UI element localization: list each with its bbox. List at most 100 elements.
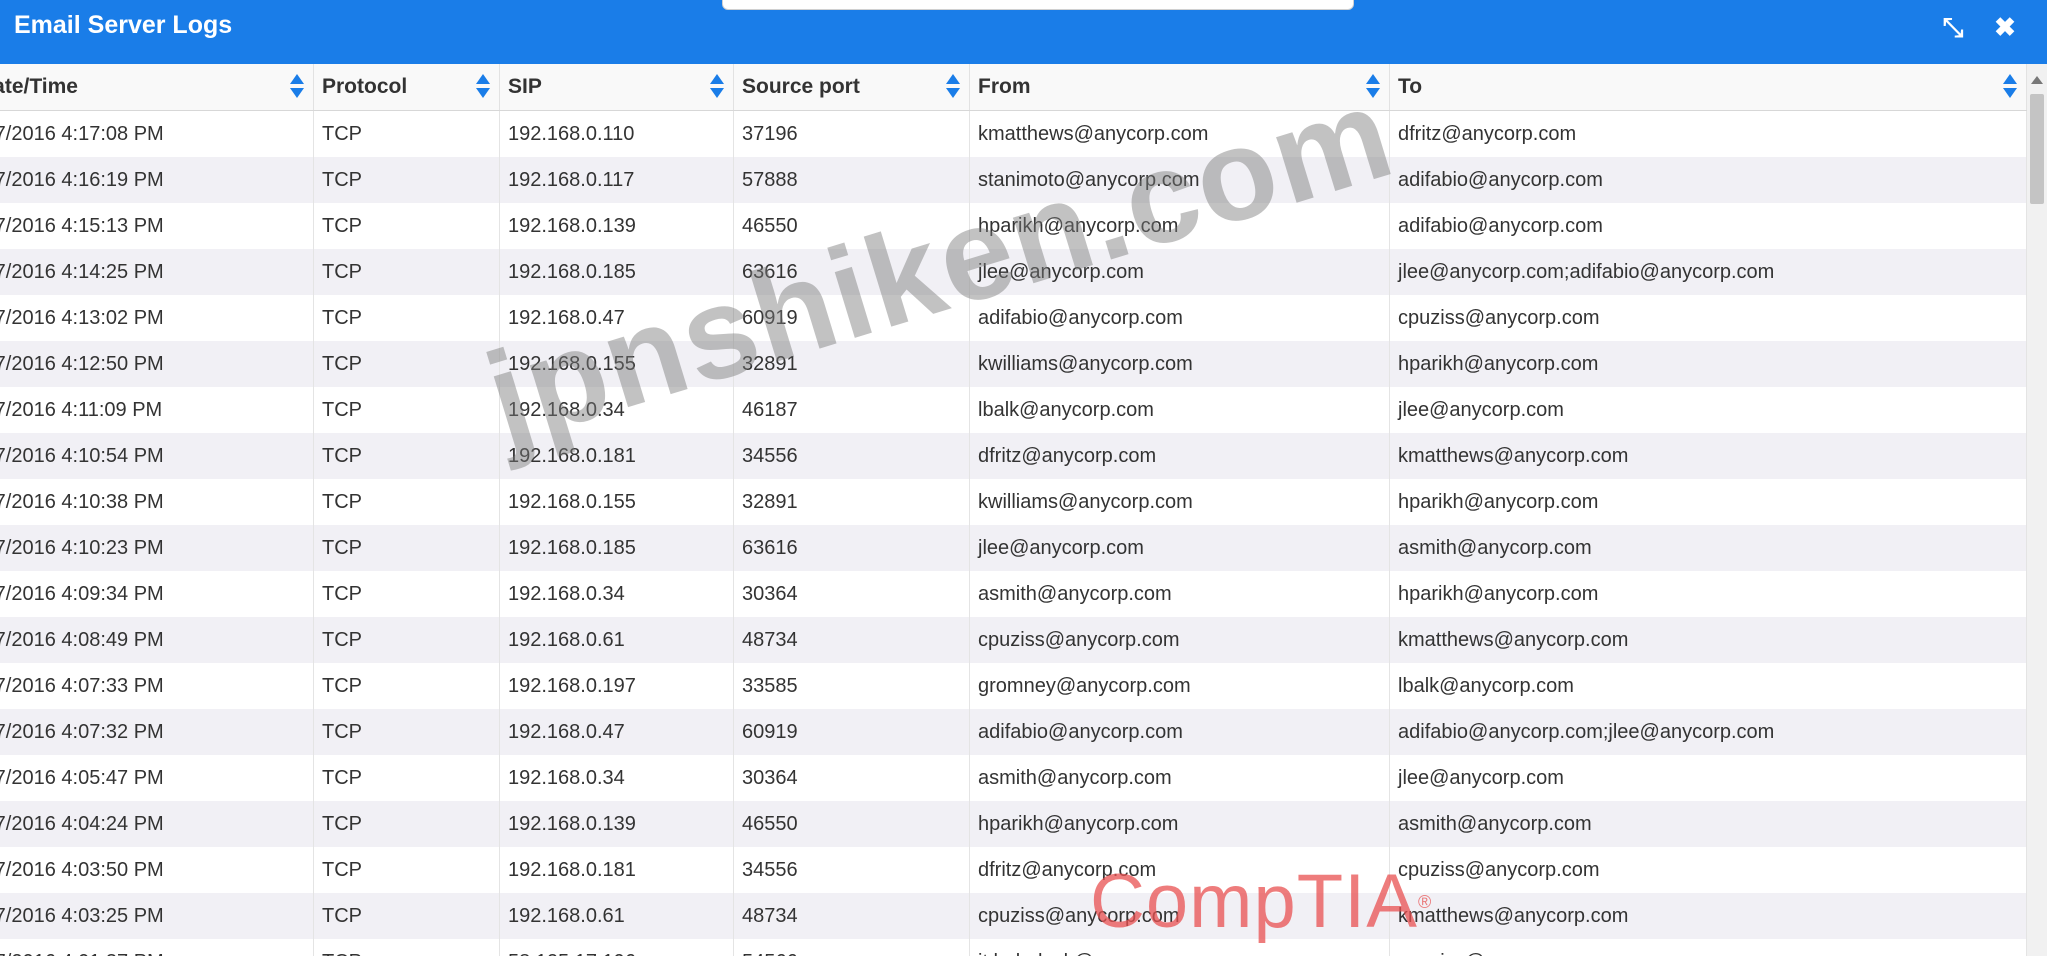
column-header[interactable]: Date/Time [0,64,314,110]
table-cell-text: 3/7/2016 4:05:47 PM [0,767,164,789]
sort-icon[interactable] [475,74,491,100]
table-row[interactable]: 3/7/2016 4:12:50 PM TCP 192.168.0.155 32891… [0,341,2027,387]
table-cell: 46187 [734,387,970,433]
table-cell: 3/7/2016 4:10:38 PM [0,479,314,525]
column-header[interactable]: From [970,64,1390,110]
table-cell: lbalk@anycorp.com [970,387,1390,433]
table-cell-text: TCP [322,353,362,375]
table-cell: 192.168.0.34 [500,755,734,801]
table-cell-text: 192.168.0.61 [508,629,625,651]
table-cell: 192.168.0.139 [500,801,734,847]
window-title: Email Server Logs [14,11,233,39]
table-cell: jlee@anycorp.com [1390,755,2027,801]
table-cell: jlee@anycorp.com [970,525,1390,571]
table-row[interactable]: 3/7/2016 4:13:02 PM TCP 192.168.0.47 60919 a… [0,295,2027,341]
minimize-icon[interactable]: ⤡ [1938,12,1968,42]
table-cell-text: 3/7/2016 4:01:37 PM [0,939,164,956]
scroll-up-arrow-icon[interactable] [2031,76,2043,84]
table-cell-text: TCP [322,261,362,283]
table-row[interactable]: 3/7/2016 4:15:13 PM TCP 192.168.0.139 46550… [0,203,2027,249]
table-cell: it.helpdesk@ [970,939,1390,956]
table-cell-text: 192.168.0.181 [508,445,636,467]
column-header[interactable]: Protocol [314,64,500,110]
table-cell-text: 3/7/2016 4:07:32 PM [0,721,164,743]
table-row[interactable]: 3/7/2016 4:10:54 PM TCP 192.168.0.181 34556… [0,433,2027,479]
table-cell: TCP [314,249,500,295]
table-cell-text: TCP [322,629,362,651]
table-cell-text: TCP [322,859,362,881]
table-cell-text: 192.168.0.139 [508,813,636,835]
sort-icon[interactable] [289,74,305,100]
table-row[interactable]: 3/7/2016 4:03:25 PM TCP 192.168.0.61 48734 c… [0,893,2027,939]
table-cell: 3/7/2016 4:07:32 PM [0,709,314,755]
table-cell: 57888 [734,157,970,203]
column-header[interactable]: To [1390,64,2027,110]
table-cell-text: 32891 [742,491,798,513]
table-cell: 63616 [734,525,970,571]
table-cell-text: 3/7/2016 4:15:13 PM [0,215,164,237]
table-row[interactable]: 3/7/2016 4:14:25 PM TCP 192.168.0.185 63616… [0,249,2027,295]
table-cell: kmatthews@anycorp.com [1390,893,2027,939]
table-cell-text: 46550 [742,813,798,835]
scroll-thumb[interactable] [2030,94,2044,204]
table-cell-text: 192.168.0.185 [508,261,636,283]
table-cell-text: 3/7/2016 4:16:19 PM [0,169,164,191]
table-cell-text: 54566 [742,939,798,956]
table-cell: 48734 [734,893,970,939]
table-cell: kmatthews@anycorp.com [1390,617,2027,663]
table-row[interactable]: 3/7/2016 4:11:09 PM TCP 192.168.0.34 46187 l… [0,387,2027,433]
vertical-scrollbar[interactable] [2027,64,2047,956]
table-row[interactable]: 3/7/2016 4:17:08 PM TCP 192.168.0.110 37196… [0,111,2027,157]
table-row[interactable]: 3/7/2016 4:16:19 PM TCP 192.168.0.117 57888… [0,157,2027,203]
table-cell: kwilliams@anycorp.com [970,341,1390,387]
sort-icon[interactable] [1365,74,1381,100]
table-cell-text: asmith@anycorp.com [978,767,1172,789]
sort-icon[interactable] [709,74,725,100]
table-cell: jlee@anycorp.com;adifabio@anycorp.com [1390,249,2027,295]
table-cell: 3/7/2016 4:01:37 PM [0,939,314,956]
table-cell-text: 192.168.0.197 [508,675,636,697]
table-row[interactable]: 3/7/2016 4:05:47 PM TCP 192.168.0.34 30364 a… [0,755,2027,801]
table-row[interactable]: 3/7/2016 4:07:33 PM TCP 192.168.0.197 33585… [0,663,2027,709]
table-row[interactable]: 3/7/2016 4:09:34 PM TCP 192.168.0.34 30364 a… [0,571,2027,617]
table-row[interactable]: 3/7/2016 4:10:38 PM TCP 192.168.0.155 32891… [0,479,2027,525]
table-row[interactable]: 3/7/2016 4:08:49 PM TCP 192.168.0.61 48734 c… [0,617,2027,663]
table-cell-text: asmith@anycorp.com [1398,537,1592,559]
table-cell: 32891 [734,479,970,525]
table-row[interactable]: 3/7/2016 4:04:24 PM TCP 192.168.0.139 46550… [0,801,2027,847]
table-row[interactable]: 3/7/2016 4:01:37 PM TCP 58.125.17.196 54566… [0,939,2027,956]
table-cell-text: TCP [322,399,362,421]
table-row[interactable]: 3/7/2016 4:07:32 PM TCP 192.168.0.47 60919 a… [0,709,2027,755]
column-header[interactable]: SIP [500,64,734,110]
table-cell: 34556 [734,433,970,479]
table-cell: TCP [314,571,500,617]
table-cell: 48734 [734,617,970,663]
table-cell: hparikh@anycorp.com [1390,341,2027,387]
table-cell-text: jlee@anycorp.com [1398,399,1564,421]
table-cell-text: cpuziss@anycorp.com [978,905,1180,927]
table-cell-text: kwilliams@anycorp.com [978,353,1193,375]
table-cell: 192.168.0.139 [500,203,734,249]
table-cell: cpuziss@anycorp.com [970,617,1390,663]
table-cell: asmith@anycorp.com [970,755,1390,801]
table-cell: 33585 [734,663,970,709]
table-cell-text: hparikh@anycorp.com [978,215,1179,237]
table-row[interactable]: 3/7/2016 4:10:23 PM TCP 192.168.0.185 63616… [0,525,2027,571]
table-cell-text: TCP [322,675,362,697]
table-row[interactable]: 3/7/2016 4:03:50 PM TCP 192.168.0.181 34556… [0,847,2027,893]
sort-icon[interactable] [2002,74,2018,100]
table-cell: 192.168.0.117 [500,157,734,203]
table-cell: lbalk@anycorp.com [1390,663,2027,709]
sort-icon[interactable] [945,74,961,100]
table-cell: 30364 [734,755,970,801]
table-cell-text: 192.168.0.34 [508,767,625,789]
table-cell: TCP [314,525,500,571]
table-cell-text: adifabio@anycorp.com [978,307,1183,329]
table-cell: 192.168.0.185 [500,525,734,571]
table-cell-text: 3/7/2016 4:03:25 PM [0,905,164,927]
column-header[interactable]: Source port [734,64,970,110]
table-cell: hparikh@anycorp.com [970,203,1390,249]
table-cell-text: 192.168.0.155 [508,353,636,375]
table-cell-text: 192.168.0.139 [508,215,636,237]
close-icon[interactable]: ✖ [1990,12,2020,42]
